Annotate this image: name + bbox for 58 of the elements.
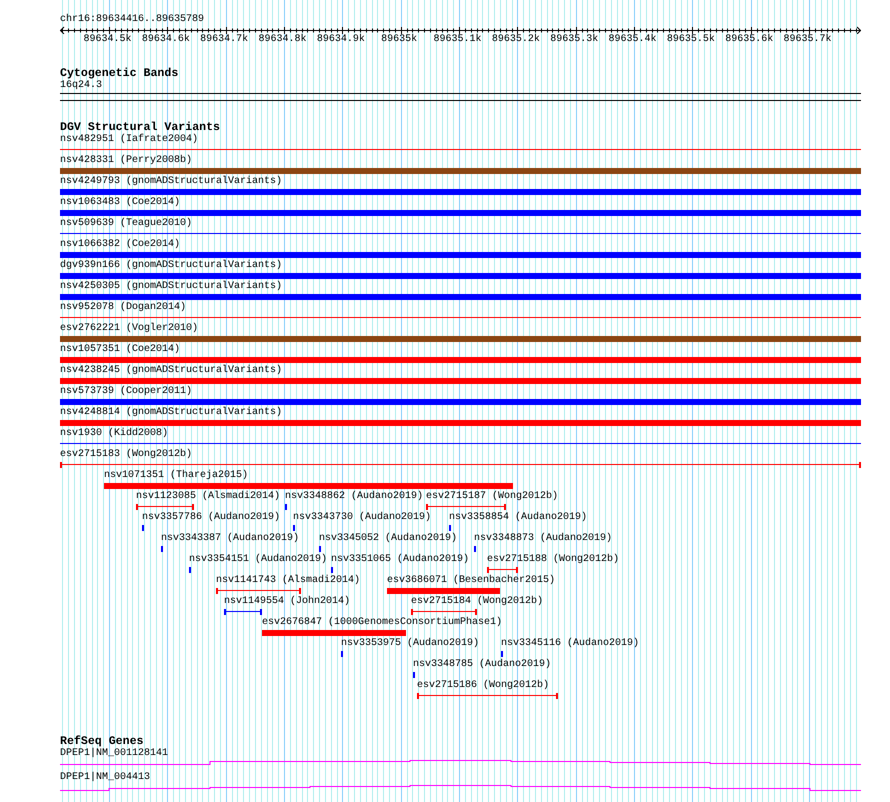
variant-label: nsv952078 (Dogan2014) <box>60 302 186 314</box>
location-label: chr16:89634416..89635789 <box>60 14 204 26</box>
variant-label: esv2715187 (Wong2012b) <box>426 491 558 503</box>
variant-label: esv2715184 (Wong2012b) <box>411 596 544 608</box>
variant-label: esv2715183 (Wong2012b) <box>60 449 192 461</box>
variant-label: nsv1149554 (John2014) <box>224 596 350 608</box>
variant-label: dgv939n166 (gnomADStructuralVariants) <box>60 260 282 272</box>
ruler-tick-label: 89635.5k <box>666 34 715 46</box>
variant-label: esv2715188 (Wong2012b) <box>487 554 620 566</box>
ruler-tick-label: 89635.6k <box>725 34 774 46</box>
variant-label: nsv3343730 (Audano2019) <box>293 512 432 524</box>
variant-label: nsv3354151 (Audano2019) <box>189 554 328 566</box>
ruler-tick-label: 89634.8k <box>258 34 307 46</box>
ruler-tick-label: 89634.5k <box>84 34 132 46</box>
variant-label: nsv3348862 (Audano2019) <box>285 491 424 503</box>
variant-label: nsv3348785 (Audano2019) <box>413 659 552 671</box>
ruler-tick-label: 89634.6k <box>142 34 190 46</box>
gene-label: DPEP1|NM_004413 <box>60 772 150 784</box>
variant-label: nsv1930 (Kidd2008) <box>60 428 168 440</box>
variant-label: nsv1063483 (Coe2014) <box>60 197 180 209</box>
variant-label: nsv573739 (Cooper2011) <box>60 386 192 398</box>
gene-label: DPEP1|NM_001128141 <box>60 748 168 760</box>
variant-label: esv2715186 (Wong2012b) <box>417 680 550 692</box>
variant-label: nsv4238245 (gnomADStructuralVariants) <box>60 365 282 377</box>
variant-label: nsv1057351 (Coe2014) <box>60 344 180 356</box>
ruler-tick-label: 89635k <box>381 34 418 46</box>
variant-label: nsv1071351 (Thareja2015) <box>104 470 248 482</box>
variant-label: nsv3353975 (Audano2019) <box>341 638 480 650</box>
ruler-tick-label: 89634.9k <box>316 34 365 46</box>
variant-label: esv2762221 (Vogler2010) <box>60 323 198 335</box>
variant-label: nsv509639 (Teague2010) <box>60 218 192 230</box>
variant-label: nsv3358854 (Audano2019) <box>449 512 588 524</box>
variant-label: nsv3348873 (Audano2019) <box>474 533 612 545</box>
variant-label: nsv1123085 (Alsmadi2014) <box>136 491 280 503</box>
variant-label: nsv3357786 (Audano2019) <box>142 512 280 524</box>
ruler-tick-label: 89635.1k <box>434 34 482 46</box>
variant-label: nsv1066382 (Coe2014) <box>60 239 180 251</box>
ruler-tick-label: 89635.7k <box>784 34 832 46</box>
variant-label: nsv3343387 (Audano2019) <box>161 533 300 545</box>
variant-label: nsv4249793 (gnomADStructuralVariants) <box>60 176 282 188</box>
track-title: Cytogenetic Bands <box>60 67 178 80</box>
track-title: RefSeq Genes <box>60 735 144 748</box>
ruler-tick-label: 89634.7k <box>200 34 248 46</box>
track-title: DGV Structural Variants <box>60 121 220 134</box>
variant-label: nsv1141743 (Alsmadi2014) <box>216 575 360 587</box>
ruler-tick-label: 89635.3k <box>550 34 598 46</box>
variant-label: nsv4248814 (gnomADStructuralVariants) <box>60 407 282 419</box>
variant-label: nsv3351065 (Audano2019) <box>331 554 470 566</box>
variant-label: esv3686071 (Besenbacher2015) <box>387 575 556 587</box>
ruler-tick-label: 89635.2k <box>492 34 540 46</box>
variant-label: nsv482951 (Iafrate2004) <box>60 134 198 146</box>
variant-label: nsv3345052 (Audano2019) <box>319 533 458 545</box>
variant-label: nsv428331 (Perry2008b) <box>60 155 192 167</box>
variant-label: nsv3345116 (Audano2019) <box>501 638 640 650</box>
cytoband-label: 16q24.3 <box>60 80 102 92</box>
ruler-tick-label: 89635.4k <box>608 34 657 46</box>
variant-label: esv2676847 (1000GenomesConsortiumPhase1) <box>262 617 502 629</box>
variant-label: nsv4250305 (gnomADStructuralVariants) <box>60 281 282 293</box>
